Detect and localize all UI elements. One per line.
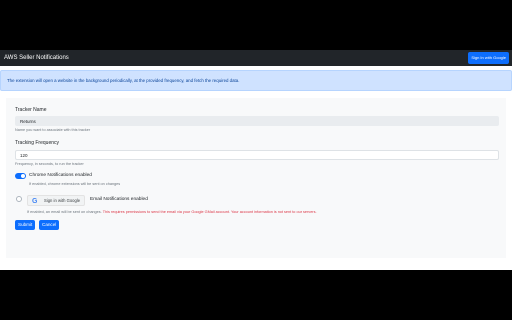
submit-button[interactable]: Submit — [15, 220, 36, 230]
google-signin-label: Sign in with Google — [44, 198, 81, 203]
google-icon: G — [32, 197, 38, 205]
alert-text: The extension will open a website in the… — [7, 78, 240, 83]
google-signin-button[interactable]: G Sign in with Google — [27, 195, 85, 206]
tracking-frequency-help: Frequency, in seconds, to run the tracke… — [15, 162, 84, 166]
tracking-frequency-label: Tracking Frequency — [15, 140, 59, 146]
tracker-name-help: Name you want to associate with this tra… — [15, 128, 91, 132]
email-notifications-radio[interactable] — [16, 196, 22, 202]
navbar: AWS Seller Notifications Sign In with Go… — [0, 50, 512, 66]
sign-in-button[interactable]: Sign In with Google — [468, 52, 509, 64]
chrome-notifications-help: If enabled, chrome extensions will be se… — [29, 182, 121, 186]
chrome-notifications-label: Chrome Notifications enabled — [29, 173, 92, 178]
tracker-name-label: Tracker Name — [15, 107, 47, 113]
toggle-knob — [21, 174, 25, 178]
email-notifications-label: Email Notifications enabled — [90, 197, 148, 202]
email-warning-text: This requires permissions to send the em… — [102, 210, 317, 214]
cancel-button[interactable]: Cancel — [39, 220, 60, 230]
chrome-notifications-toggle[interactable] — [15, 173, 26, 179]
app-title: AWS Seller Notifications — [4, 55, 69, 61]
tracker-form: Tracker Name Returns Name you want to as… — [6, 98, 506, 258]
app-window: AWS Seller Notifications Sign In with Go… — [0, 50, 512, 270]
email-notifications-help: If enabled, an email will be sent on cha… — [27, 210, 317, 214]
tracker-name-input[interactable]: Returns — [15, 116, 499, 126]
tracking-frequency-input[interactable]: 120 — [15, 150, 499, 160]
info-alert: The extension will open a website in the… — [0, 70, 512, 91]
email-help-text: If enabled, an email will be sent on cha… — [27, 210, 102, 214]
